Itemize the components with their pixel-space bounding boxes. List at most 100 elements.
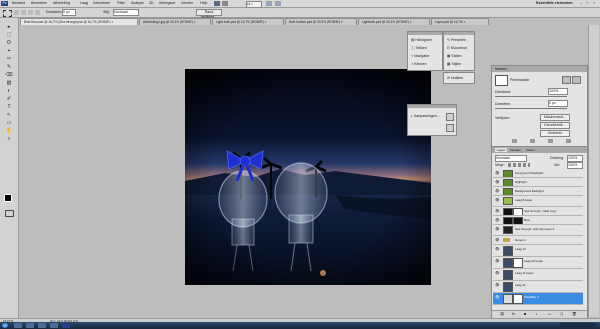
density-slider[interactable]: [495, 96, 567, 97]
layer-row[interactable]: 👁 Laag 10: [493, 245, 583, 257]
window-maximize-icon[interactable]: □: [586, 1, 588, 5]
disable-mask-icon[interactable]: [548, 139, 553, 143]
pen-tool-icon[interactable]: ✐: [5, 96, 13, 103]
foreground-color-swatch[interactable]: [4, 194, 12, 202]
taskbar-app-icon[interactable]: [38, 323, 46, 328]
dodge-tool-icon[interactable]: ◐: [5, 88, 13, 95]
bridge-icon[interactable]: [214, 1, 220, 6]
adjustments-panel-button[interactable]: ◐ Aanpassingen...: [411, 114, 440, 118]
layer-row[interactable]: 👁 Bow: [493, 216, 583, 225]
layer-mask-thumbnail[interactable]: [513, 294, 523, 304]
shape-tool-icon[interactable]: ▭: [5, 120, 13, 127]
start-button-icon[interactable]: [2, 323, 8, 328]
crop-tool-icon[interactable]: ✂: [5, 56, 13, 63]
window-close-icon[interactable]: ×: [593, 1, 595, 5]
type-tool-icon[interactable]: T: [5, 104, 13, 111]
taskbar-photoshop-icon[interactable]: [62, 323, 70, 328]
swatches-panel-button[interactable]: ▦ Stalen: [447, 54, 462, 58]
marquee-tool-icon[interactable]: ⬚: [5, 32, 13, 39]
visibility-eye-icon[interactable]: 👁: [495, 295, 499, 299]
lock-icons[interactable]: [508, 163, 530, 167]
layer-row[interactable]: 👁 Sea through: mask copy: [493, 207, 583, 216]
info-panel-button[interactable]: ⓘ Tekken: [411, 46, 427, 51]
layer-row[interactable]: 👁 Laag 10 kopie: [493, 257, 583, 269]
menu-analysis[interactable]: Analyse: [131, 1, 144, 5]
feather-mask-input[interactable]: 0 px: [548, 100, 568, 107]
menu-edit[interactable]: Bewerken: [31, 1, 47, 5]
delete-mask-icon[interactable]: [566, 139, 571, 143]
style-select[interactable]: Normaal: [113, 9, 139, 16]
screen-mode-icon[interactable]: [275, 1, 281, 6]
visibility-eye-icon[interactable]: 👁: [495, 198, 499, 202]
layer-row[interactable]: 👁 Highlight: [493, 178, 583, 187]
window-minimize-icon[interactable]: –: [580, 1, 582, 5]
marquee-tool-preset-icon[interactable]: [3, 10, 12, 17]
vector-mask-button[interactable]: [572, 76, 581, 84]
color-range-button[interactable]: Kleurbereik...: [540, 122, 570, 129]
visibility-eye-icon[interactable]: 👁: [495, 218, 499, 222]
hand-tool-icon[interactable]: ✋: [5, 128, 13, 135]
add-mask-icon[interactable]: ◙: [524, 312, 526, 316]
doc-tab-layer[interactable]: Layer.psd @ 16,7% ×: [431, 18, 489, 25]
doc-tab-afbeelding1[interactable]: Afbeelding1.jpg @ 33,3% (RGB/8*) ×: [139, 18, 211, 25]
menu-image[interactable]: Afbeelding: [53, 1, 70, 5]
layer-row[interactable]: 👁 Background flashlight: [493, 187, 583, 196]
clone-source-panel-button[interactable]: ⎘ Kloonbron: [447, 46, 467, 50]
load-selection-icon[interactable]: [512, 139, 517, 143]
layer-style-icon[interactable]: fx: [512, 312, 515, 316]
fill-input[interactable]: 100%: [567, 162, 583, 169]
doc-tab-bulb-bottom[interactable]: Bulb bottom.psd @ 33,3% (RGB/8*) ×: [285, 18, 357, 25]
new-group-icon[interactable]: ▭: [548, 312, 551, 316]
link-layers-icon[interactable]: ⛓: [500, 312, 505, 316]
new-layer-icon[interactable]: ❏: [560, 312, 563, 316]
layer-mask-thumbnail[interactable]: [513, 208, 523, 215]
adjust-icon-2[interactable]: [446, 124, 454, 132]
layer-row[interactable]: 👁 Foreground flashlight: [493, 169, 583, 178]
zoom-level-display[interactable]: 16,7: [246, 1, 262, 8]
masks-panel-tab[interactable]: Maskers: [492, 66, 587, 72]
menu-file[interactable]: Bestand: [12, 1, 25, 5]
tab-channels[interactable]: Kanalen: [510, 148, 521, 152]
menu-layer[interactable]: Laag: [80, 1, 88, 5]
taskbar-app-icon[interactable]: [14, 323, 22, 328]
brushes-panel-button[interactable]: ✎ Penselen: [447, 38, 466, 42]
visibility-eye-icon[interactable]: 👁: [495, 209, 499, 213]
gradient-tool-icon[interactable]: ▧: [5, 80, 13, 87]
menu-filter[interactable]: Filter: [117, 1, 125, 5]
selection-mode-icons[interactable]: [14, 10, 40, 15]
refine-edge-button[interactable]: Rand verfijnen...: [196, 9, 222, 19]
taskbar-app-icon[interactable]: [50, 323, 58, 328]
doc-tab-light-bulb[interactable]: Light bulb.psd @ 16,7% (RGB/8*) ×: [212, 18, 284, 25]
notes-panel-button[interactable]: ✉ Notities: [447, 76, 463, 80]
zoom-tool-icon[interactable]: ⌕: [5, 136, 13, 143]
layer-row-selected[interactable]: 👁 Pixelfilter 2: [493, 293, 583, 305]
lasso-tool-icon[interactable]: ʘ: [5, 40, 13, 47]
visibility-eye-icon[interactable]: 👁: [495, 189, 499, 193]
adjust-icon-1[interactable]: [446, 113, 454, 121]
styles-panel-button[interactable]: ▩ Stijlen: [447, 62, 461, 66]
layer-row[interactable]: 👁 Laag 11: [493, 281, 583, 293]
visibility-eye-icon[interactable]: 👁: [495, 227, 499, 231]
path-select-tool-icon[interactable]: ↖: [5, 112, 13, 119]
quick-select-tool-icon[interactable]: ⌖: [5, 48, 13, 55]
feather-input[interactable]: 0 px: [62, 9, 76, 16]
menu-help[interactable]: Help: [200, 1, 207, 5]
layer-group-row[interactable]: 👁 Groep 1: [493, 236, 583, 245]
density-input[interactable]: 100%: [548, 88, 568, 95]
doc-tab-lightbulb[interactable]: Lightbulb.psd @ 33,3% (RGB/8*) ×: [358, 18, 430, 25]
pixel-mask-button[interactable]: [562, 76, 571, 84]
color-panel-button[interactable]: ◑ Kleuren: [411, 62, 427, 66]
delete-layer-icon[interactable]: 🗑: [572, 312, 577, 316]
taskbar-app-icon[interactable]: [26, 323, 34, 328]
mask-edge-button[interactable]: Maskerrand...: [540, 114, 570, 121]
mini-bridge-icon[interactable]: [222, 1, 228, 6]
arrange-documents-icon[interactable]: [266, 1, 272, 6]
tab-paths[interactable]: Paden: [526, 148, 535, 152]
move-tool-icon[interactable]: ▸: [5, 24, 13, 31]
layer-row[interactable]: 👁 Laag 8 kopie: [493, 196, 583, 207]
workspace-switcher[interactable]: Essentiële elementen: [536, 1, 573, 5]
opacity-input[interactable]: 100%: [567, 155, 583, 162]
histogram-panel-button[interactable]: ▤ Histogram: [411, 38, 432, 42]
visibility-eye-icon[interactable]: 👁: [495, 259, 499, 263]
feather-slider[interactable]: [495, 108, 567, 109]
